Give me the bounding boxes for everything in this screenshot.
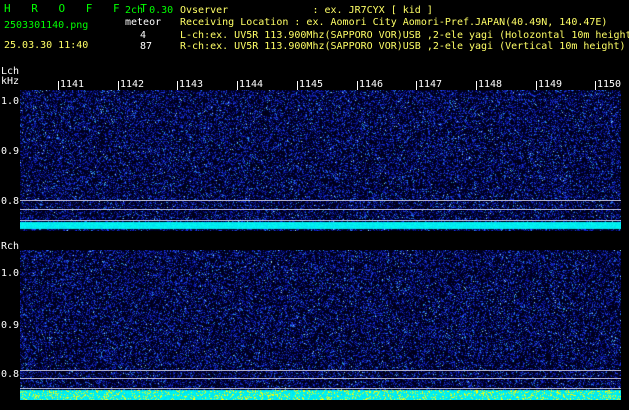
time-tick-label: 1143 <box>179 79 204 90</box>
time-tick-mark <box>297 81 298 90</box>
meteor-label: meteor <box>125 17 162 28</box>
rch-meteor-count: 87 <box>140 41 153 52</box>
rch-guide-line-3 <box>20 388 621 389</box>
time-tick-label: 1145 <box>299 79 324 90</box>
rch-guide-line-2 <box>20 378 621 379</box>
lch-unit-label: kHz <box>1 76 20 87</box>
version-label: 2ch 0.30 <box>125 5 174 16</box>
time-tick-label: 1150 <box>597 79 622 90</box>
lch-ytick-3: 0.8 <box>1 196 20 207</box>
time-tick-label: 1147 <box>418 79 443 90</box>
lch-guide-line-1 <box>20 200 621 201</box>
rch-ytick-3: 0.8 <box>1 369 20 380</box>
lch-ytick-2: 0.9 <box>1 146 20 157</box>
time-tick-label: 1141 <box>60 79 85 90</box>
time-tick-mark <box>536 81 537 90</box>
lch-meteor-count: 4 <box>140 30 147 41</box>
time-tick-label: 1142 <box>120 79 145 90</box>
time-tick-mark <box>595 81 596 90</box>
rch-ytick-2: 0.9 <box>1 320 20 331</box>
time-tick-mark <box>118 81 119 90</box>
lch-ytick-1: 1.0 <box>1 96 20 107</box>
time-tick-label: 1144 <box>239 79 264 90</box>
time-tick-mark <box>416 81 417 90</box>
rch-guide-line-1 <box>20 370 621 371</box>
time-tick-mark <box>237 81 238 90</box>
rch-ytick-1: 1.0 <box>1 268 20 279</box>
lch-spectrogram <box>20 90 621 231</box>
time-tick-label: 1148 <box>478 79 503 90</box>
rch-spectrogram <box>20 250 621 400</box>
lch-guide-line-3 <box>20 220 621 221</box>
location-line: Receiving Location : ex. Aomori City Aom… <box>180 17 608 28</box>
time-tick-mark <box>58 81 59 90</box>
rch-label: Rch <box>1 241 20 252</box>
time-tick-mark <box>177 81 178 90</box>
time-tick-mark <box>476 81 477 90</box>
time-tick-mark <box>357 81 358 90</box>
time-tick-label: 1146 <box>359 79 384 90</box>
lch-info-line: L-ch:ex. UV5R 113.900Mhz(SAPPORO VOR)USB… <box>180 30 629 41</box>
datetime-label: 25.03.30 11:40 <box>4 40 89 51</box>
rch-info-line: R-ch:ex. UV5R 113.900Mhz(SAPPORO VOR)USB… <box>180 41 626 52</box>
observer-line: Ovserver : ex. JR7CYX [ kid ] <box>180 5 433 16</box>
lch-guide-line-2 <box>20 209 621 210</box>
filename-label: 2503301140.png <box>4 20 89 31</box>
time-tick-label: 1149 <box>538 79 563 90</box>
